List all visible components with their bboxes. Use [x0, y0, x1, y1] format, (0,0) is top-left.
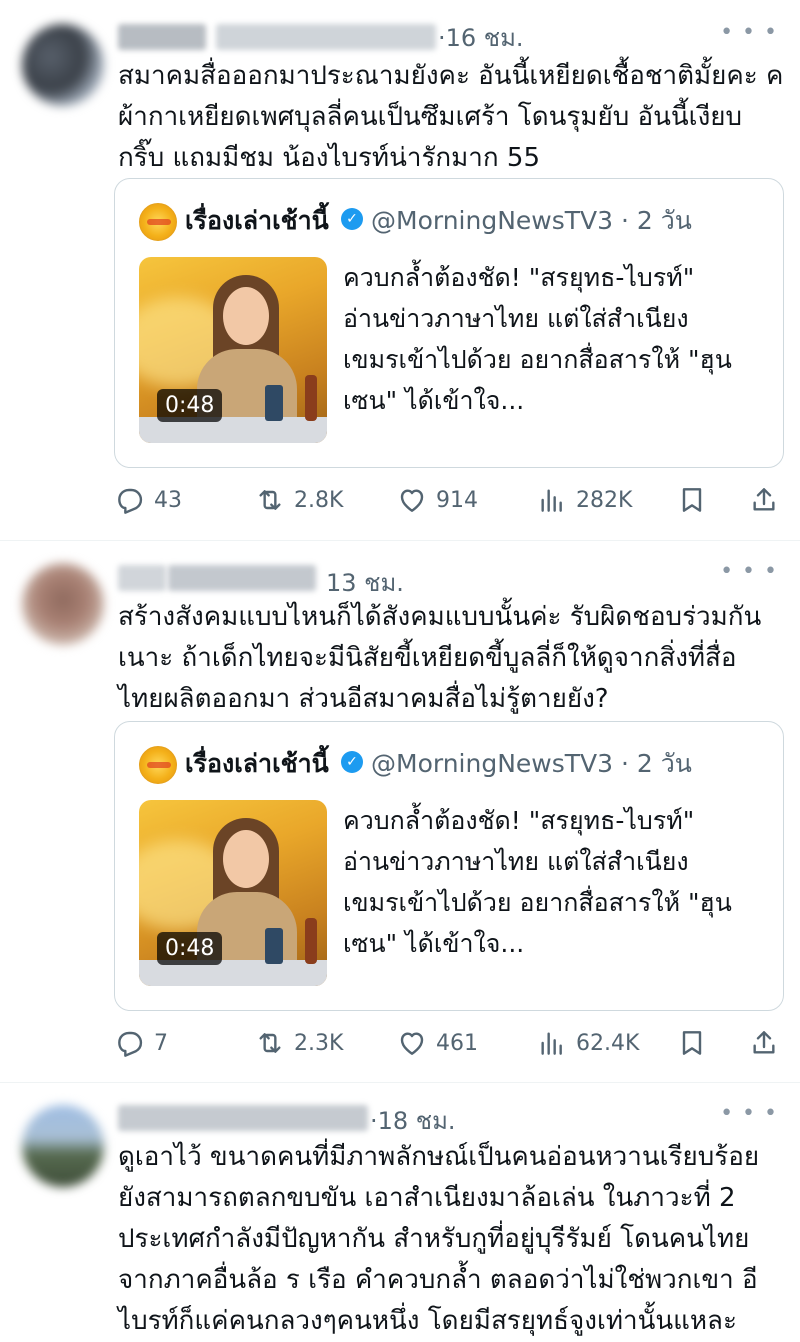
retweet-icon [259, 1033, 281, 1053]
heart-icon [400, 489, 424, 512]
bookmark-button[interactable] [676, 1023, 708, 1063]
tweet-time[interactable]: ·18 ชม. [370, 1101, 456, 1140]
video-thumbnail[interactable]: 0:48 [139, 800, 327, 986]
channel-logo [139, 203, 177, 241]
channel-logo [139, 746, 177, 784]
display-name-redacted [118, 1105, 368, 1131]
action-bar: 43 2.8K 914 282K [114, 480, 784, 520]
retweet-count: 2.3K [294, 1030, 344, 1056]
action-bar: 7 2.3K 461 62.4K [114, 1023, 784, 1063]
quote-author-name: เรื่องเล่าเช้านี้ [185, 749, 329, 778]
quote-author-name: เรื่องเล่าเช้านี้ [185, 206, 329, 235]
views-count: 282K [576, 487, 633, 513]
bookmark-icon [682, 488, 702, 512]
views-icon [541, 489, 562, 512]
video-duration: 0:48 [157, 389, 223, 422]
retweet-button[interactable]: 2.8K [254, 480, 343, 520]
retweet-count: 2.8K [294, 487, 344, 513]
tweet-text: สมาคมสื่อออกมาประณามยังคะ อันนี้เหยียดเช… [118, 61, 784, 173]
like-count: 914 [436, 487, 478, 513]
verified-badge-icon: ✓ [341, 208, 363, 230]
reply-count: 7 [154, 1030, 168, 1056]
quote-text: ควบกล้ำต้องชัด! "สรยุทธ-ไบรท์" อ่านข่าวภ… [343, 263, 732, 415]
bookmark-button[interactable] [676, 480, 708, 520]
quote-handle: @MorningNewsTV3 · 2 วัน [371, 206, 692, 235]
more-icon[interactable]: • • • [720, 22, 778, 44]
reply-button[interactable]: 43 [114, 480, 182, 520]
retweet-button[interactable]: 2.3K [254, 1023, 343, 1063]
avatar[interactable] [22, 24, 104, 106]
video-duration: 0:48 [157, 932, 223, 965]
tweet-text: สร้างสังคมแบบไหนก็ได้สังคมแบบนั้นค่ะ รับ… [118, 602, 762, 714]
views-count: 62.4K [576, 1030, 640, 1056]
like-button[interactable]: 461 [396, 1023, 478, 1063]
tweet-time[interactable]: ·16 ชม. [438, 18, 524, 57]
reply-button[interactable]: 7 [114, 1023, 168, 1063]
share-icon [753, 1031, 775, 1054]
views-button[interactable]: 62.4K [536, 1023, 639, 1063]
tweet-text: ดูเอาไว้ ขนาดคนที่มีภาพลักษณ์เป็นคนอ่อนห… [118, 1142, 760, 1336]
share-icon [753, 488, 775, 511]
username-redacted [168, 565, 316, 591]
share-button[interactable] [748, 480, 780, 520]
display-name-redacted [118, 24, 206, 50]
verified-badge-icon: ✓ [341, 751, 363, 773]
username-redacted [216, 24, 436, 50]
views-icon [541, 1032, 562, 1055]
avatar[interactable] [22, 1105, 104, 1187]
avatar[interactable] [22, 563, 104, 645]
share-button[interactable] [748, 1023, 780, 1063]
like-button[interactable]: 914 [396, 480, 478, 520]
heart-icon [400, 1032, 424, 1055]
like-count: 461 [436, 1030, 478, 1056]
more-icon[interactable]: • • • [720, 1103, 778, 1125]
bookmark-icon [682, 1031, 702, 1055]
tweet-1[interactable]: ·16 ชม. • • • สมาคมสื่อออกมาประณามยังคะ … [0, 0, 800, 540]
reply-icon [118, 488, 143, 514]
views-button[interactable]: 282K [536, 480, 632, 520]
tweet-2[interactable]: 13 ชม. • • • สร้างสังคมแบบไหนก็ได้สังคมแ… [0, 540, 800, 1082]
quote-text: ควบกล้ำต้องชัด! "สรยุทธ-ไบรท์" อ่านข่าวภ… [343, 806, 732, 958]
display-name-redacted [118, 565, 166, 591]
reply-icon [118, 1031, 143, 1057]
retweet-icon [259, 490, 281, 510]
tweet-3[interactable]: ·18 ชม. • • • ดูเอาไว้ ขนาดคนที่มีภาพลัก… [0, 1082, 800, 1336]
quote-tweet[interactable]: เรื่องเล่าเช้านี้ ✓ @MorningNewsTV3 · 2 … [114, 721, 784, 1011]
video-thumbnail[interactable]: 0:48 [139, 257, 327, 443]
reply-count: 43 [154, 487, 182, 513]
quote-handle: @MorningNewsTV3 · 2 วัน [371, 749, 692, 778]
more-icon[interactable]: • • • [720, 561, 778, 583]
quote-tweet[interactable]: เรื่องเล่าเช้านี้ ✓ @MorningNewsTV3 · 2 … [114, 178, 784, 468]
